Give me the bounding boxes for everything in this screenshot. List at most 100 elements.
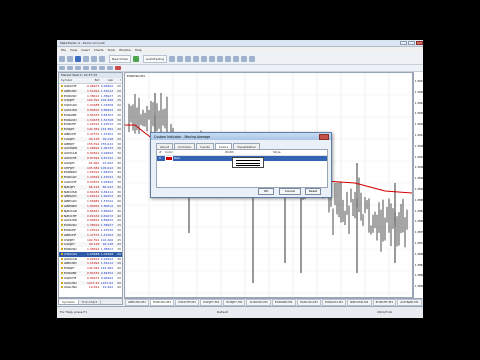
tile-windows-icon[interactable] [209, 55, 216, 62]
symbol-icon [61, 190, 63, 193]
fibonacci-icon[interactable] [107, 66, 113, 70]
menu-view[interactable]: View [70, 48, 77, 52]
col-spread[interactable]: ! [113, 78, 122, 83]
symbol-icon [61, 252, 63, 255]
symbol-icon [61, 142, 63, 145]
menu-insert[interactable]: Insert [81, 48, 90, 52]
chart-tab[interactable]: AUDNZD,M1 [397, 299, 422, 306]
col-bid[interactable]: Bid [86, 78, 100, 83]
reset-button[interactable]: Reset [305, 188, 321, 195]
symbol-icon [61, 233, 63, 236]
price-tick-label: 1.3912 [414, 134, 423, 137]
menu-window[interactable]: Window [119, 48, 131, 52]
ok-button[interactable]: OK [258, 188, 274, 195]
chart-tab[interactable]: EURGBP,M1 [271, 299, 296, 306]
candlestick-icon[interactable] [177, 55, 184, 62]
symbol-icon [61, 180, 63, 183]
symbol-icon [61, 286, 63, 289]
chart-tab[interactable]: GBPUSD,M1 [125, 299, 150, 306]
price-tick-label: 1.3872 [414, 242, 423, 245]
chart-tab[interactable]: USDJPY,M1 [200, 299, 223, 306]
vertical-line-icon[interactable] [75, 66, 81, 70]
symbol-icon [61, 243, 63, 246]
text-icon[interactable] [115, 66, 121, 70]
width-option-3[interactable] [236, 165, 260, 167]
symbol-icon [61, 99, 63, 102]
chart-shift-icon[interactable] [225, 55, 232, 62]
symbol-icon [61, 132, 63, 135]
minimize-icon[interactable] [400, 41, 407, 45]
symbol-icon [61, 267, 63, 270]
line-chart-icon[interactable] [185, 55, 192, 62]
market-watch-icon[interactable] [75, 55, 81, 62]
row-index: 0 [159, 156, 161, 160]
menu-file[interactable]: File [61, 48, 66, 52]
new-order-button[interactable]: New Order [109, 54, 132, 63]
status-profile: Default [217, 310, 228, 314]
menu-tools[interactable]: Tools [108, 48, 115, 52]
zoom-in-icon[interactable] [193, 55, 200, 62]
chart-tab[interactable]: EURAUD,M1 [322, 299, 347, 306]
terminal-icon[interactable] [99, 55, 105, 62]
zoom-out-icon[interactable] [201, 55, 208, 62]
maximize-icon[interactable] [408, 41, 415, 45]
color-swatch-icon [165, 156, 173, 161]
chart-tab[interactable]: USDCAD,M1 [296, 299, 322, 306]
periods-icon[interactable] [241, 55, 248, 62]
auto-scroll-icon[interactable] [217, 55, 224, 62]
crosshair-icon[interactable] [67, 66, 73, 70]
chart-tab[interactable]: EURCHF,M1 [372, 299, 397, 306]
chart-tab[interactable]: EURJPY,M1 [223, 299, 246, 306]
col-style: Style [273, 150, 281, 154]
chart-tab[interactable]: AUDUSD,M1 [246, 299, 271, 306]
symbol-icon [61, 219, 63, 222]
spread-cell: 40 [117, 285, 121, 290]
market-watch-row[interactable]: XAGUSD 19.452 19.492 40 [59, 285, 122, 290]
status-traffic: 2914/3 kb [377, 310, 393, 314]
trendline-icon[interactable] [91, 66, 97, 70]
autotrading-icon[interactable] [133, 55, 140, 62]
dialog-title: Custom Indicator - Moving Average [151, 133, 331, 140]
width-option-2[interactable] [236, 162, 260, 164]
bid-cell: 19.452 [88, 285, 100, 290]
symbol-icon [61, 152, 63, 155]
line-width-dropdown[interactable] [232, 157, 264, 168]
close-icon[interactable] [416, 41, 423, 45]
price-tick-label: 1.3856 [414, 285, 423, 289]
channel-icon[interactable] [99, 66, 105, 70]
chart-tab[interactable]: NZDUSD,M1 [347, 299, 372, 306]
symbol-icon [61, 185, 63, 188]
cancel-button[interactable]: Cancel [279, 188, 301, 195]
menu-help[interactable]: Help [135, 48, 142, 52]
horizontal-line-icon[interactable] [83, 66, 89, 70]
width-option-1[interactable] [236, 160, 260, 161]
indicators-icon[interactable] [233, 55, 240, 62]
price-tick-label: 1.3916 [414, 123, 423, 127]
price-tick-label: 1.3884 [414, 209, 423, 213]
symbol-icon [61, 257, 63, 260]
symbol-icon [61, 123, 63, 126]
templates-icon[interactable] [249, 55, 256, 62]
data-window-icon[interactable] [83, 55, 89, 62]
bar-chart-icon[interactable] [169, 55, 176, 62]
autotrading-button[interactable]: AutoTrading [143, 54, 168, 63]
symbol-icon [61, 262, 63, 265]
cursor-icon[interactable] [59, 66, 65, 70]
chart-tab[interactable]: EURUSD,M1 [150, 299, 175, 306]
profiles-icon[interactable] [67, 55, 73, 62]
dialog-close-icon[interactable] [319, 134, 329, 140]
tab-symbols[interactable]: Symbols [59, 299, 79, 304]
menu-charts[interactable]: Charts [94, 48, 104, 52]
col-ask[interactable]: Ask [99, 78, 113, 83]
symbol-icon [61, 89, 63, 92]
chart-tab[interactable]: USDCHF,M1 [175, 299, 200, 306]
new-chart-icon[interactable] [59, 55, 65, 62]
navigator-icon[interactable] [91, 55, 97, 62]
col-symbol[interactable]: Symbol [59, 78, 86, 83]
symbol-icon [61, 108, 63, 111]
price-tick-label: 1.3888 [414, 198, 423, 202]
colors-grid: # Color Width Style 0 Red [156, 149, 328, 188]
color-cell[interactable]: Red [165, 156, 225, 161]
symbol-icon [61, 209, 63, 212]
tab-tick-chart[interactable]: Tick Chart [79, 299, 101, 304]
